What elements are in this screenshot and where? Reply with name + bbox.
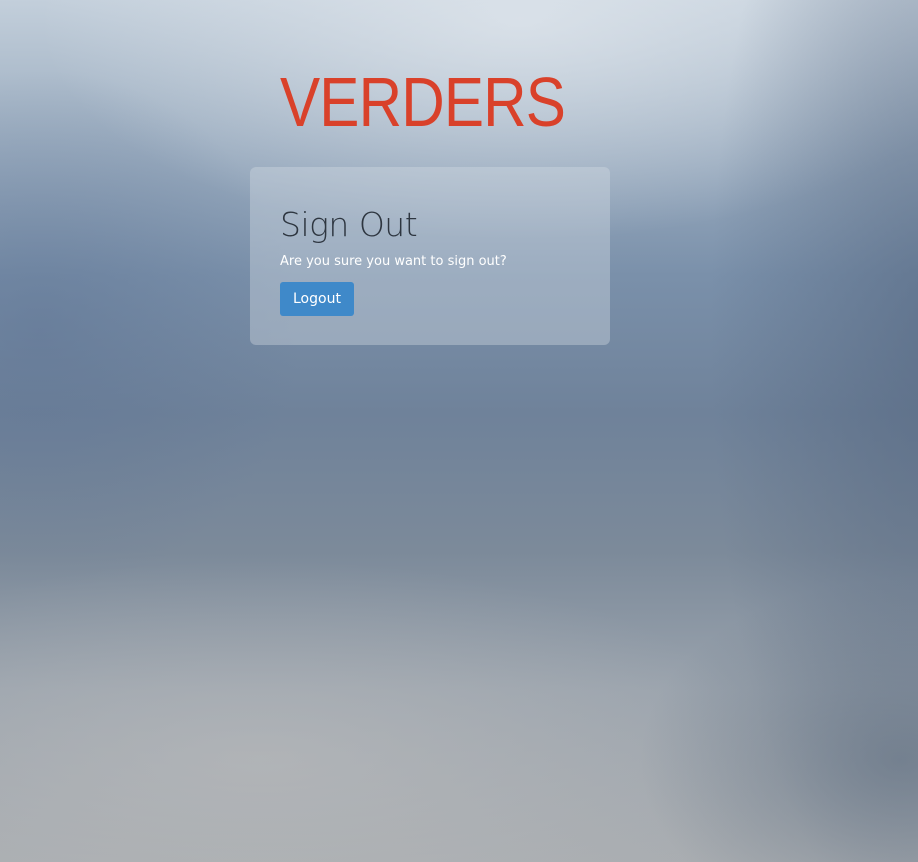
signout-panel: Sign Out Are you sure you want to sign o…	[250, 167, 610, 345]
signout-message: Are you sure you want to sign out?	[280, 254, 507, 269]
brand-logo: VERDERS	[280, 63, 566, 141]
logout-button[interactable]: Logout	[280, 282, 354, 316]
page-title: Sign Out	[280, 205, 418, 244]
